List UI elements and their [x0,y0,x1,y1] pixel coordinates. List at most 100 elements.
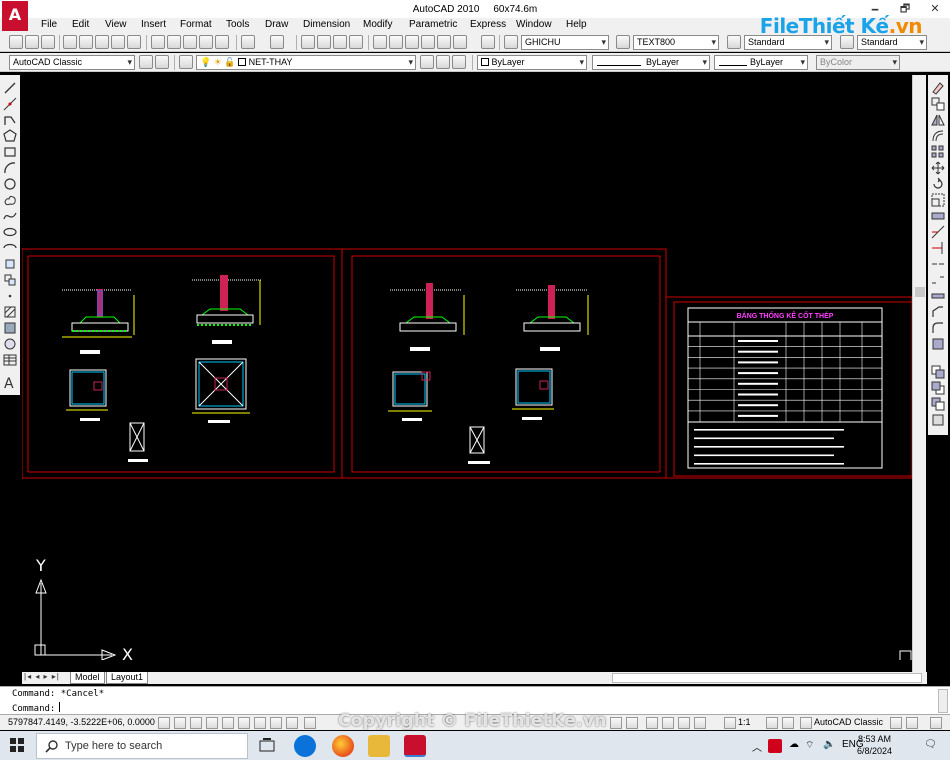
ducs-button[interactable] [254,717,266,729]
close-button[interactable]: ✕ [920,0,950,18]
vertical-scrollbar[interactable] [912,75,926,673]
paste-icon[interactable] [183,35,197,49]
trim-icon[interactable] [931,225,945,239]
lineweight-select[interactable]: ByLayer [714,55,808,70]
copy-icon[interactable] [167,35,181,49]
status-bar-menu-icon[interactable] [906,717,918,729]
dynamic-input-button[interactable] [270,717,282,729]
menu-format[interactable]: Format [180,19,212,30]
layer-states-icon[interactable] [452,55,466,69]
zalo-app-icon[interactable] [294,735,316,757]
steering-wheel-icon[interactable] [678,717,690,729]
tab-model[interactable]: Model [70,672,105,684]
file-explorer-icon[interactable] [368,735,390,757]
redo-icon[interactable] [270,35,284,49]
construction-line-icon[interactable] [3,97,17,111]
tray-overflow-icon[interactable]: ︿ [752,739,762,754]
draw-order-icon[interactable] [931,365,945,379]
chamfer-icon[interactable] [931,305,945,319]
make-layer-current-icon[interactable] [420,55,434,69]
windows-start-icon[interactable] [10,738,24,752]
scale-icon[interactable] [931,193,945,207]
lineweight-button[interactable] [286,717,298,729]
layer-previous-icon[interactable] [436,55,450,69]
zoom-window-icon[interactable] [333,35,347,49]
block-editor-icon[interactable] [215,35,229,49]
layer-select[interactable]: 💡 ☀ 🔓 NET-THAY [196,55,416,70]
bring-above-icon[interactable] [931,413,945,427]
move-icon[interactable] [931,161,945,175]
menu-window[interactable]: Window [516,19,552,30]
toolbar-lock-icon[interactable] [890,717,902,729]
clean-screen-icon[interactable] [930,717,942,729]
design-center-icon[interactable] [127,35,141,49]
menu-help[interactable]: Help [566,19,587,30]
quick-view-layouts-button[interactable] [626,717,638,729]
plot-icon[interactable] [63,35,77,49]
quickcalc-icon[interactable] [453,35,467,49]
annotation-scale-icon[interactable] [724,717,736,729]
ellipse-icon[interactable] [3,225,17,239]
vertical-scroll-thumb[interactable] [915,287,925,297]
tool-palettes-icon[interactable] [405,35,419,49]
object-snap-button[interactable] [222,717,234,729]
taskbar-clock[interactable]: 8:53 AM 6/8/2024 [857,733,892,757]
make-block-icon[interactable] [3,273,17,287]
workspace-select[interactable]: AutoCAD Classic [9,55,135,70]
circle-icon[interactable] [3,177,17,191]
plotstyle-select[interactable]: ByColor [816,55,900,70]
menu-modify[interactable]: Modify [363,19,392,30]
dim-style-select[interactable]: TEXT800 [633,35,719,50]
grid-display-button[interactable] [174,717,186,729]
firefox-app-icon[interactable] [332,735,354,757]
annotation-visibility-icon[interactable] [766,717,778,729]
object-snap-tracking-button[interactable] [238,717,250,729]
antivirus-tray-icon[interactable] [768,739,782,753]
viewport-corner-icon[interactable] [899,650,912,660]
explode-icon[interactable] [931,337,945,351]
horizontal-scrollbar[interactable] [612,673,922,683]
quick-properties-button[interactable] [304,717,316,729]
design-center2-icon[interactable] [389,35,403,49]
color-select[interactable]: ByLayer [477,55,587,70]
revision-cloud-icon[interactable] [3,193,17,207]
spline-icon[interactable] [3,209,17,223]
menu-file[interactable]: File [41,19,57,30]
ellipse-arc-icon[interactable] [3,241,17,255]
task-view-icon[interactable] [256,735,278,757]
sheet-set-icon[interactable] [421,35,435,49]
fillet-icon[interactable] [931,321,945,335]
offset-icon[interactable] [931,129,945,143]
layer-properties-icon[interactable] [179,55,193,69]
undo-icon[interactable] [241,35,255,49]
bring-to-front-icon[interactable] [931,381,945,395]
menu-parametric[interactable]: Parametric [409,19,457,30]
mirror-icon[interactable] [931,113,945,127]
autocad-taskbar-icon[interactable] [404,735,426,757]
tab-layout1[interactable]: Layout1 [106,672,149,684]
rectangle-icon[interactable] [3,145,17,159]
onedrive-tray-icon[interactable]: ☁ [789,739,799,750]
command-prompt[interactable]: Command: [12,702,61,714]
table-style-icon[interactable] [727,35,741,49]
pan-status-icon[interactable] [646,717,658,729]
save-icon[interactable] [41,35,55,49]
snap-mode-button[interactable] [158,717,170,729]
zoom-previous-icon[interactable] [349,35,363,49]
polygon-icon[interactable] [3,129,17,143]
hatch-icon[interactable] [3,305,17,319]
menu-insert[interactable]: Insert [141,19,166,30]
break-icon[interactable] [931,273,945,287]
menu-view[interactable]: View [105,19,127,30]
text-style-select[interactable]: GHICHU [521,35,609,50]
menu-edit[interactable]: Edit [72,19,89,30]
ortho-mode-button[interactable] [190,717,202,729]
workspace-status-value[interactable]: AutoCAD Classic [814,717,883,727]
menu-dimension[interactable]: Dimension [303,19,350,30]
join-icon[interactable] [931,289,945,303]
markup-icon[interactable] [437,35,451,49]
menu-express[interactable]: Express [470,19,506,30]
cut-icon[interactable] [151,35,165,49]
volume-tray-icon[interactable]: 🔈 [823,739,835,750]
polyline-icon[interactable] [3,113,17,127]
